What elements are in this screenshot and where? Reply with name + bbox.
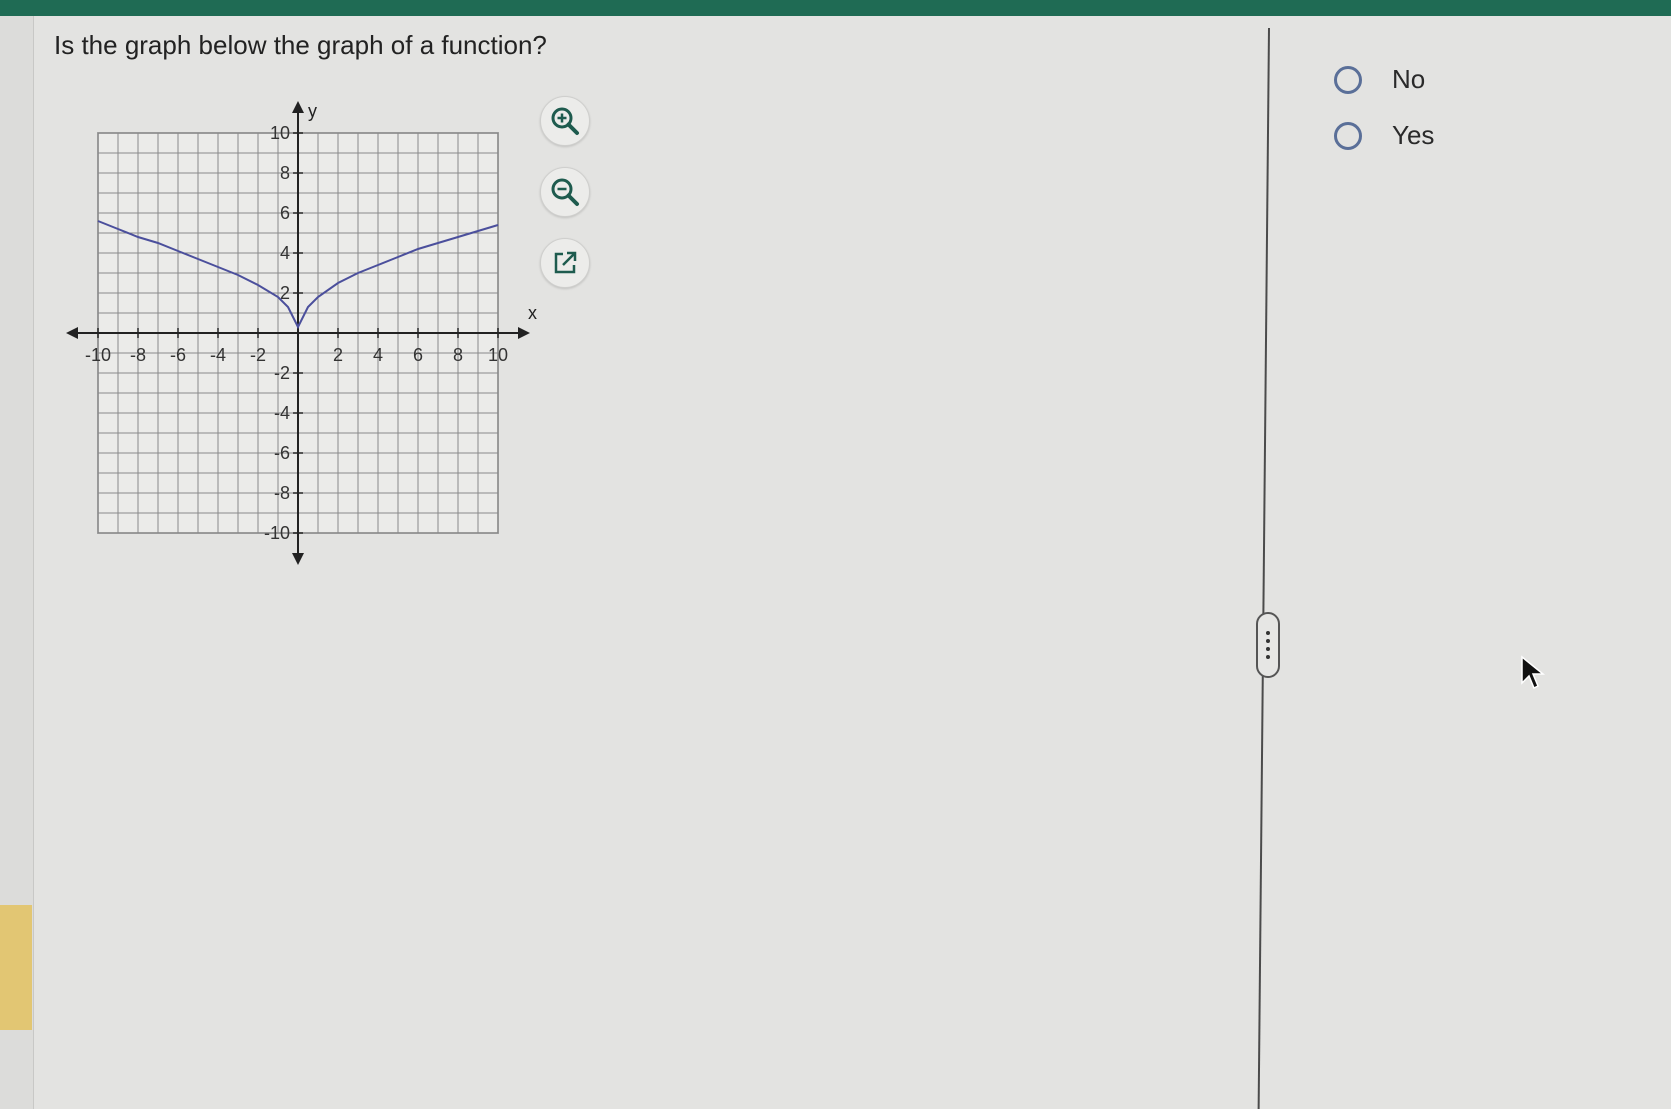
handle-dot bbox=[1266, 655, 1270, 659]
x-axis-arrow-left bbox=[66, 327, 78, 339]
x-tick-label: -8 bbox=[130, 345, 146, 365]
y-tick-label: 10 bbox=[270, 123, 290, 143]
left-panel-tab[interactable] bbox=[0, 905, 32, 1030]
x-axis-label: x bbox=[528, 303, 537, 323]
radio-yes[interactable] bbox=[1334, 121, 1362, 150]
x-axis-arrow-right bbox=[518, 327, 530, 339]
option-no-label: No bbox=[1392, 64, 1426, 94]
function-graph: x y -10 -8 -6 -4 -2 2 4 6 8 10 10 8 6 4 2 -2 -4 -6 -8 -10 bbox=[60, 95, 540, 575]
handle-dot bbox=[1266, 639, 1270, 643]
y-tick-label: -4 bbox=[274, 403, 290, 423]
y-tick-label: -6 bbox=[274, 443, 290, 463]
y-axis-arrow-up bbox=[292, 101, 304, 113]
x-tick-label: 4 bbox=[373, 345, 383, 365]
x-tick-label: -4 bbox=[210, 345, 226, 365]
option-yes-label: Yes bbox=[1392, 120, 1435, 150]
x-tick-label: 2 bbox=[333, 345, 343, 365]
y-tick-label: -2 bbox=[274, 363, 290, 383]
handle-dot bbox=[1266, 631, 1270, 635]
graph-svg: xy-10 -8 -6 -4 -2 2 4 6 8 10108642-2-4-6-8-10 bbox=[66, 101, 537, 565]
handle-dot bbox=[1266, 647, 1270, 651]
x-tick-label: 8 bbox=[453, 345, 463, 365]
zoom-in-button[interactable] bbox=[540, 96, 590, 146]
option-no[interactable]: No bbox=[1334, 64, 1425, 95]
y-tick-label: -8 bbox=[274, 483, 290, 503]
top-bar bbox=[0, 0, 1671, 16]
option-yes[interactable]: Yes bbox=[1334, 120, 1434, 151]
question-text: Is the graph below the graph of a functi… bbox=[54, 30, 547, 60]
radio-no[interactable] bbox=[1334, 65, 1362, 94]
x-tick-label: 6 bbox=[413, 345, 423, 365]
panel-divider bbox=[1257, 28, 1270, 1109]
open-graph-button[interactable] bbox=[540, 238, 590, 288]
y-tick-label: 8 bbox=[280, 163, 290, 183]
x-tick-label: 10 bbox=[488, 345, 508, 365]
zoom-out-button[interactable] bbox=[540, 167, 590, 217]
y-axis-arrow-down bbox=[292, 553, 304, 565]
y-tick-label: -10 bbox=[264, 523, 290, 543]
x-tick-label: -2 bbox=[250, 345, 266, 365]
external-link-icon bbox=[554, 251, 577, 274]
x-tick-label: -6 bbox=[170, 345, 186, 365]
y-tick-label: 4 bbox=[280, 243, 290, 263]
x-tick-label: -10 bbox=[85, 345, 111, 365]
panel-resize-handle[interactable] bbox=[1256, 612, 1280, 678]
zoom-out-icon bbox=[551, 178, 579, 206]
mouse-pointer-icon bbox=[1521, 655, 1546, 690]
zoom-in-icon bbox=[551, 107, 579, 135]
y-axis-label: y bbox=[308, 101, 317, 121]
y-tick-label: 6 bbox=[280, 203, 290, 223]
